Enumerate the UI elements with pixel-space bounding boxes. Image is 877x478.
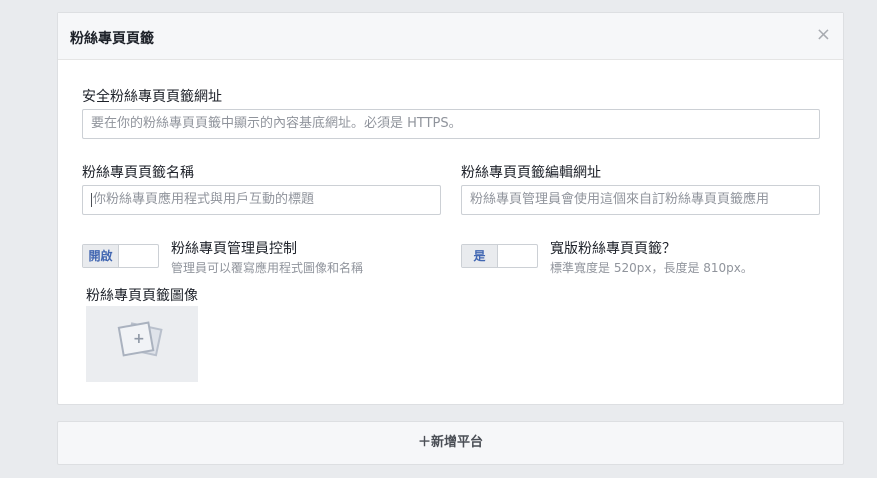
admin-control-toggle[interactable]: 開啟 [82,244,159,268]
admin-control-toggle-label: 開啟 [83,245,119,267]
secure-url-placeholder: 要在你的粉絲專頁頁籤中顯示的內容基底網址。必須是 HTTPS。 [91,116,462,131]
wide-tab-desc: 標準寬度是 520px，長度是 810px。 [550,261,753,275]
image-add-icon: + [117,321,163,357]
tab-image-upload[interactable]: + [86,306,198,382]
edit-url-placeholder: 粉絲專頁管理員會使用這個來自訂粉絲專頁頁籤應用 [470,192,770,207]
tab-name-input[interactable]: 你粉絲專頁應用程式與用戶互動的標題 [82,185,441,215]
wide-tab-title: 寬版粉絲專頁頁籤？ [550,241,676,257]
tab-name-label: 粉絲專頁頁籤名稱 [82,165,194,181]
admin-control-desc: 管理員可以覆寫應用程式圖像和名稱 [171,261,364,275]
card-header: 粉絲專頁頁籤 × [58,13,843,60]
admin-control-title: 粉絲專頁管理員控制 [171,241,297,257]
tab-image-label: 粉絲專頁頁籤圖像 [86,288,198,304]
edit-url-input[interactable]: 粉絲專頁管理員會使用這個來自訂粉絲專頁頁籤應用 [461,185,820,215]
tab-name-placeholder: 你粉絲專頁應用程式與用戶互動的標題 [93,192,315,207]
secure-url-label: 安全粉絲專頁頁籤網址 [82,89,222,105]
wide-tab-toggle[interactable]: 是 [461,244,538,268]
add-platform-button[interactable]: ＋新增平台 [57,421,844,465]
wide-tab-toggle-label: 是 [462,245,498,267]
secure-url-input[interactable]: 要在你的粉絲專頁頁籤中顯示的內容基底網址。必須是 HTTPS。 [82,109,820,139]
fan-page-tab-card: 粉絲專頁頁籤 × 安全粉絲專頁頁籤網址 要在你的粉絲專頁頁籤中顯示的內容基底網址… [57,12,844,405]
svg-text:+: + [133,331,145,347]
edit-url-label: 粉絲專頁頁籤編輯網址 [461,165,601,181]
close-icon[interactable]: × [816,26,831,44]
card-title: 粉絲專頁頁籤 [70,31,154,47]
text-cursor [91,192,92,207]
